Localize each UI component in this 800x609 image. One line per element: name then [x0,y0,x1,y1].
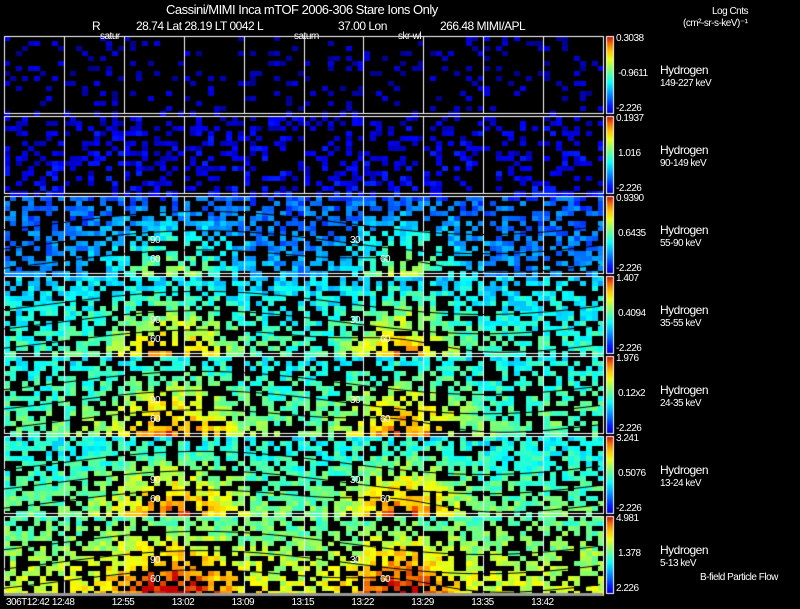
contour-label: 60 [380,334,391,346]
marker-label: satur [100,31,120,42]
x-tick-label: 13:35 [471,597,494,608]
x-tick-label: 12:55 [111,597,135,608]
colorbar-max: 0.9390 [616,193,644,204]
colorbar-min: 2.226 [616,583,639,594]
x-tick-label: 306T12:42 [6,597,50,608]
marker-label: saturn [294,31,319,42]
panel-species: Hydrogen [660,382,709,397]
panel-species: Hydrogen [660,62,709,77]
contour-label: 30 [350,235,361,247]
x-tick-label: 13:15 [291,597,315,608]
panel-species: Hydrogen [660,222,709,237]
colorbar-max: 4.981 [616,513,639,524]
panel-energy: 5-13 keV [660,557,697,569]
panel-species: Hydrogen [660,142,709,157]
panel-energy: 55-90 keV [660,237,702,249]
colorbar-title: Log Cnts [712,6,749,17]
x-tick-label: 12:48 [51,597,75,608]
colorbar-mid: 0.4094 [618,307,646,319]
r-label: R [92,19,101,33]
panel-species: Hydrogen [660,462,709,477]
colorbar-mid: 0.5076 [618,467,646,479]
contour-label: 90 [150,555,161,567]
panel-energy: 13-24 keV [660,477,702,489]
colorbar-mid: 0.12x2 [618,387,646,399]
contour-label: 60 [380,414,391,426]
contour-label: 90 [150,315,161,327]
panel-energy: 90-149 keV [660,157,707,169]
colorbar-max: 1.976 [616,353,639,364]
contour-label: 30 [350,555,361,567]
x-tick-label: 13:22 [351,597,374,608]
contour-label: 60 [380,254,391,266]
contour-label: 30 [350,475,361,487]
contour-label: 60 [380,494,391,506]
contour-label: 90 [150,475,161,487]
colorbar-max: 1.407 [616,273,639,284]
x-tick-label: 13:02 [171,597,195,608]
colorbar-mid: -0.9611 [618,67,648,79]
panel-species: Hydrogen [660,542,709,557]
contour-label: 60 [150,574,161,586]
contour-label: 60 [150,254,161,266]
page-title: Cassini/MIMI Inca mTOF 2006-306 Stare Io… [166,2,438,17]
contour-label: 60 [380,574,391,586]
colorbar-units: (cm²-sr-s-keV)⁻¹ [683,18,748,29]
lon-label: 37.00 Lon [338,19,387,33]
contour-label: 30 [350,395,361,407]
contour-label: 60 [150,414,161,426]
colorbar-max: 0.1937 [616,113,644,124]
colorbar-mid: 1.378 [618,547,641,559]
x-tick-label: 13:42 [531,597,554,608]
lon-value: 266.48 MIMI/APL [440,19,526,33]
contour-label: 30 [350,315,361,327]
colorbar-mid: 0.6435 [618,227,646,239]
marker-label: skr-wl [398,31,422,42]
contour-label: 90 [150,235,161,247]
position-info: 28.74 Lat 28.19 LT 0042 L [136,19,264,33]
colorbar-max: 0.3038 [616,33,644,44]
panel-energy: 35-55 keV [660,317,702,329]
contour-label: 60 [150,334,161,346]
panel-energy: 24-35 keV [660,397,702,409]
panel-species: Hydrogen [660,302,709,317]
panel-energy: 149-227 keV [660,77,712,89]
x-tick-label: 13:29 [411,597,434,608]
contour-label: 60 [150,494,161,506]
footer-note: B-field Particle Flow [700,572,778,583]
contour-label: 90 [150,395,161,407]
colorbar-mid: 1.016 [618,147,641,159]
x-tick-label: 13:09 [231,597,255,608]
colorbar-max: 3.241 [616,433,639,444]
